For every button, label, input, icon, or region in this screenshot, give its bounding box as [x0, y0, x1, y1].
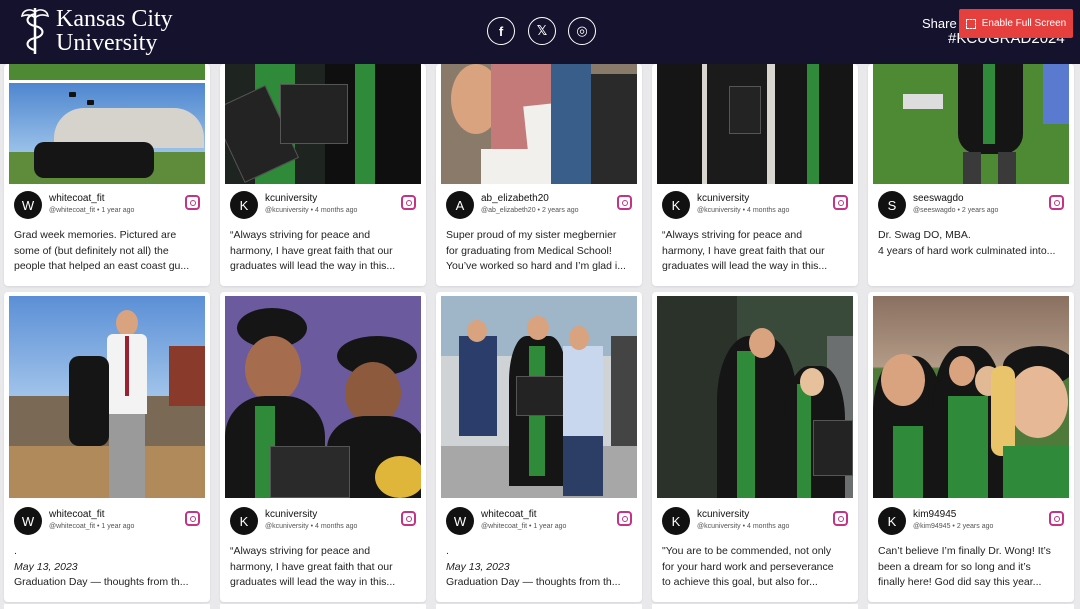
- post-caption[interactable]: Dr. Swag DO, MBA. 4 years of hard work c…: [878, 228, 1066, 259]
- avatar[interactable]: A: [446, 191, 474, 219]
- post-meta: @kcuniversity • 4 months ago: [265, 523, 358, 530]
- post-card[interactable]: A ab_elizabeth20 @ab_elizabeth20 • 2 yea…: [436, 64, 642, 286]
- post-meta: @ab_elizabeth20 • 2 years ago: [481, 207, 579, 214]
- username[interactable]: seeswagdo: [913, 193, 964, 204]
- avatar[interactable]: K: [878, 507, 906, 535]
- post-card-partial: [868, 604, 1074, 609]
- post-photo[interactable]: [9, 296, 205, 498]
- post-photo[interactable]: [873, 296, 1069, 498]
- username[interactable]: kcuniversity: [265, 509, 317, 520]
- post-card[interactable]: S seeswagdo @seeswagdo • 2 years ago Dr.…: [868, 64, 1074, 286]
- instagram-button[interactable]: ◎: [568, 17, 596, 45]
- post-photo[interactable]: [441, 296, 637, 498]
- post-card[interactable]: W whitecoat_fit @whitecoat_fit • 1 year …: [436, 292, 642, 602]
- logo-line-1: Kansas City: [56, 6, 173, 32]
- instagram-icon[interactable]: [185, 511, 200, 526]
- avatar[interactable]: S: [878, 191, 906, 219]
- post-photo[interactable]: [657, 64, 853, 184]
- username[interactable]: kcuniversity: [265, 193, 317, 204]
- post-caption[interactable]: “Always striving for peace and harmony, …: [662, 228, 850, 275]
- username[interactable]: kcuniversity: [697, 193, 749, 204]
- avatar[interactable]: W: [14, 507, 42, 535]
- post-caption[interactable]: “Always striving for peace and harmony, …: [230, 228, 418, 275]
- post-caption[interactable]: Grad week memories. Pictured are some of…: [14, 228, 202, 275]
- avatar[interactable]: W: [446, 507, 474, 535]
- avatar[interactable]: K: [662, 507, 690, 535]
- caduceus-icon: [20, 8, 50, 54]
- post-caption[interactable]: “Always striving for peace and harmony, …: [230, 544, 418, 591]
- fullscreen-label: Enable Full Screen: [981, 18, 1067, 29]
- post-meta: @whitecoat_fit • 1 year ago: [49, 207, 135, 214]
- instagram-icon[interactable]: [833, 511, 848, 526]
- username[interactable]: kim94945: [913, 509, 956, 520]
- avatar[interactable]: K: [230, 507, 258, 535]
- username[interactable]: whitecoat_fit: [481, 509, 537, 520]
- post-meta: @seeswagdo • 2 years ago: [913, 207, 999, 214]
- post-photo[interactable]: [657, 296, 853, 498]
- instagram-icon[interactable]: [401, 195, 416, 210]
- post-meta: @kcuniversity • 4 months ago: [697, 207, 790, 214]
- post-meta: @kim94945 • 2 years ago: [913, 523, 994, 530]
- post-card[interactable]: K kcuniversity @kcuniversity • 4 months …: [652, 292, 858, 602]
- username[interactable]: whitecoat_fit: [49, 509, 105, 520]
- username[interactable]: kcuniversity: [697, 509, 749, 520]
- post-caption[interactable]: Can’t believe I’m finally Dr. Wong! It’s…: [878, 544, 1066, 591]
- post-meta: @whitecoat_fit • 1 year ago: [481, 523, 567, 530]
- x-icon: 𝕏: [536, 23, 548, 38]
- avatar[interactable]: K: [662, 191, 690, 219]
- facebook-icon: f: [498, 23, 504, 39]
- fullscreen-button[interactable]: Enable Full Screen: [959, 9, 1073, 38]
- instagram-icon[interactable]: [617, 195, 632, 210]
- post-meta: @whitecoat_fit • 1 year ago: [49, 523, 135, 530]
- username[interactable]: whitecoat_fit: [49, 193, 105, 204]
- post-card-partial: [4, 604, 210, 609]
- post-grid: W whitecoat_fit @whitecoat_fit • 1 year …: [0, 0, 1080, 609]
- avatar[interactable]: K: [230, 191, 258, 219]
- instagram-icon[interactable]: [617, 511, 632, 526]
- instagram-icon[interactable]: [401, 511, 416, 526]
- kcu-logo[interactable]: Kansas City University: [20, 6, 173, 56]
- post-card-partial: [220, 604, 426, 609]
- fullscreen-icon: [965, 18, 976, 29]
- post-caption[interactable]: . May 13, 2023 Graduation Day — thoughts…: [446, 544, 634, 591]
- instagram-icon[interactable]: [833, 195, 848, 210]
- post-photo[interactable]: [873, 64, 1069, 184]
- post-meta: @kcuniversity • 4 months ago: [265, 207, 358, 214]
- post-photo[interactable]: [441, 64, 637, 184]
- instagram-icon[interactable]: [1049, 511, 1064, 526]
- logo-line-2: University: [56, 30, 158, 56]
- instagram-icon[interactable]: [185, 195, 200, 210]
- instagram-icon: ◎: [576, 23, 588, 38]
- post-card[interactable]: K kcuniversity @kcuniversity • 4 months …: [652, 64, 858, 286]
- post-card[interactable]: W whitecoat_fit @whitecoat_fit • 1 year …: [4, 64, 210, 286]
- post-card[interactable]: K kim94945 @kim94945 • 2 years ago Can’t…: [868, 292, 1074, 602]
- post-photo[interactable]: [9, 64, 205, 184]
- post-caption[interactable]: . May 13, 2023 Graduation Day — thoughts…: [14, 544, 202, 591]
- header-bar: Kansas City University f 𝕏 ◎ Share y #KC…: [0, 0, 1080, 64]
- post-photo[interactable]: [225, 64, 421, 184]
- post-card-partial: [652, 604, 858, 609]
- post-card[interactable]: W whitecoat_fit @whitecoat_fit • 1 year …: [4, 292, 210, 602]
- post-caption[interactable]: "You are to be commended, not only for y…: [662, 544, 850, 591]
- post-card[interactable]: K kcuniversity @kcuniversity • 4 months …: [220, 292, 426, 602]
- post-caption[interactable]: Super proud of my sister megbernier for …: [446, 228, 634, 275]
- instagram-icon[interactable]: [1049, 195, 1064, 210]
- avatar[interactable]: W: [14, 191, 42, 219]
- username[interactable]: ab_elizabeth20: [481, 193, 549, 204]
- post-meta: @kcuniversity • 4 months ago: [697, 523, 790, 530]
- post-photo[interactable]: [225, 296, 421, 498]
- x-button[interactable]: 𝕏: [528, 17, 556, 45]
- facebook-button[interactable]: f: [487, 17, 515, 45]
- post-card-partial: [436, 604, 642, 609]
- post-card[interactable]: K kcuniversity @kcuniversity • 4 months …: [220, 64, 426, 286]
